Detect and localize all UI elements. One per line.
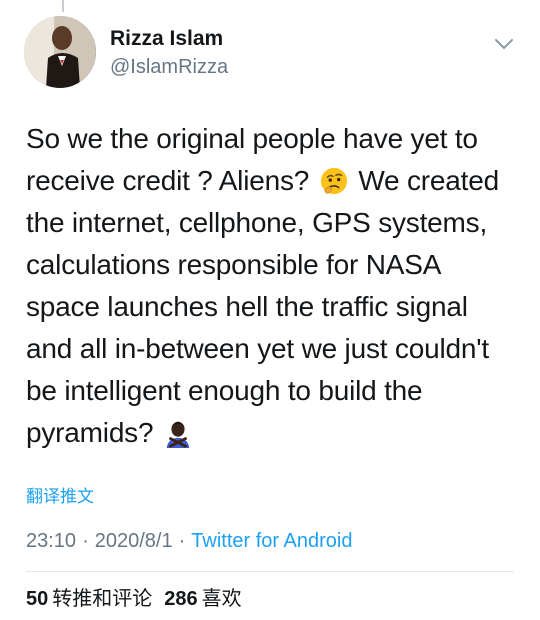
meta-separator: · — [82, 530, 89, 552]
retweets-count: 50 — [26, 588, 49, 610]
man-gesturing-no-icon — [166, 421, 190, 448]
thinking-face-icon — [320, 167, 347, 195]
tweet-meta: 23:10 · 2020/8/1 · Twitter for Android — [26, 528, 352, 554]
meta-separator-2: · — [178, 530, 186, 552]
retweets-label: 转推和评论 — [52, 588, 153, 610]
author-handle[interactable]: @IslamRizza — [110, 54, 228, 80]
divider — [26, 571, 514, 572]
author-name[interactable]: Rizza Islam — [110, 26, 223, 52]
tweet-header: Rizza Islam @IslamRizza — [24, 16, 516, 90]
tweet-source-link[interactable]: Twitter for Android — [191, 530, 352, 552]
tweet-date: 2020/8/1 — [94, 530, 173, 552]
likes-stat[interactable]: 286 喜欢 — [164, 588, 241, 610]
chevron-down-icon[interactable] — [492, 32, 516, 56]
retweets-stat[interactable]: 50 转推和评论 — [26, 588, 152, 610]
avatar[interactable] — [24, 16, 96, 88]
likes-label: 喜欢 — [201, 588, 242, 610]
tweet-text-part-2: We created the internet, cellphone, GPS … — [26, 165, 499, 448]
avatar-photo — [24, 16, 96, 88]
tweet-stats: 50 转推和评论 286 喜欢 — [26, 586, 242, 612]
likes-count: 286 — [164, 588, 198, 610]
translate-tweet-link[interactable]: 翻译推文 — [26, 486, 94, 508]
tweet-time: 23:10 — [26, 530, 77, 552]
thread-connector-line — [62, 0, 64, 12]
tweet-text: So we the original people have yet to re… — [26, 118, 520, 454]
